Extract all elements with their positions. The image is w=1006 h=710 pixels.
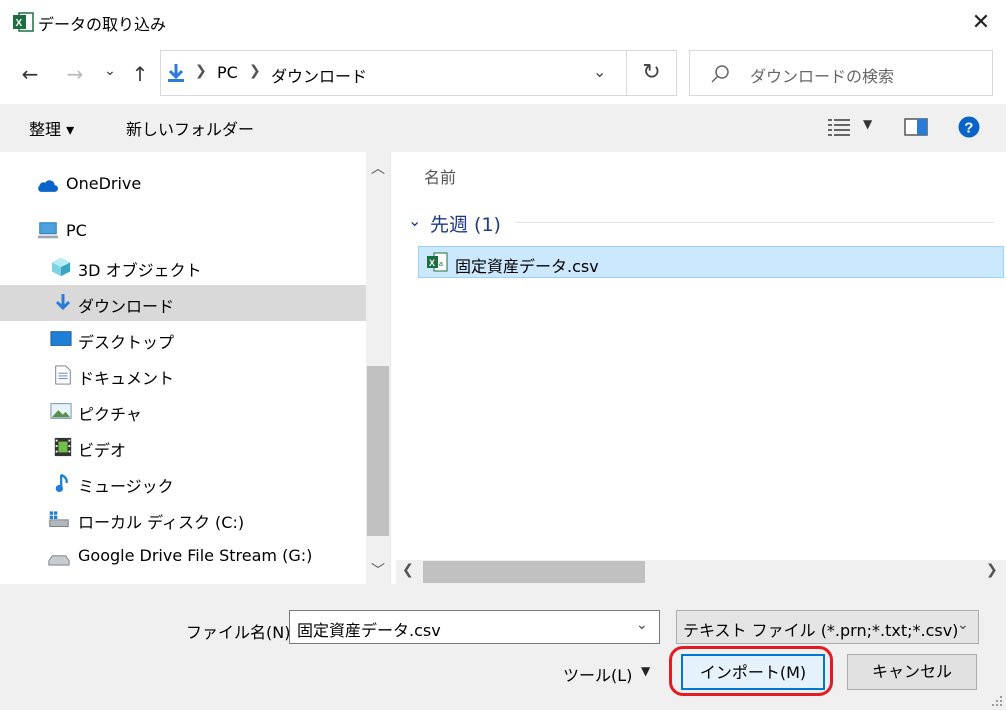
document-icon	[55, 365, 71, 385]
file-type-dropdown-chevron-icon[interactable]: ⌄	[957, 617, 969, 633]
cancel-button[interactable]: キャンセル	[847, 654, 977, 690]
breadcrumb-separator-icon: ❯	[249, 63, 261, 79]
refresh-icon[interactable]: ↻	[627, 50, 677, 96]
file-item[interactable]: X a 固定資産データ.csv	[418, 246, 1004, 278]
filename-label: ファイル名(N):	[186, 623, 296, 642]
recent-locations-chevron-icon[interactable]: ⌄	[95, 56, 125, 86]
help-glyph: ?	[964, 120, 973, 137]
sidebar-item-label: デスクトップ	[78, 333, 175, 352]
resize-grip-icon[interactable]	[990, 694, 1004, 708]
filename-input[interactable]: 固定資産データ.csv ⌄	[289, 610, 660, 644]
sidebar-item-local-disk[interactable]: ローカル ディスク (C:)	[0, 501, 366, 537]
pane-divider[interactable]	[390, 152, 397, 584]
up-arrow-icon[interactable]: ↑	[125, 59, 155, 89]
sidebar-item-documents[interactable]: ドキュメント	[0, 357, 366, 393]
tools-menu-button[interactable]: ツール(L)	[563, 662, 632, 686]
view-details-icon[interactable]	[828, 117, 852, 137]
download-icon	[55, 294, 71, 311]
sidebar-item-google-drive[interactable]: Google Drive File Stream (G:)	[0, 538, 366, 574]
excel-csv-icon: X a	[427, 252, 448, 272]
sidebar-item-onedrive[interactable]: OneDrive	[0, 166, 366, 202]
file-type-select[interactable]: テキスト ファイル (*.prn;*.txt;*.csv) ⌄	[676, 610, 979, 644]
disk-icon	[49, 511, 69, 528]
import-button[interactable]: インポート(M)	[681, 654, 825, 690]
preview-pane-icon[interactable]	[904, 118, 928, 136]
sidebar-item-videos[interactable]: ビデオ	[0, 429, 366, 465]
breadcrumb-separator-icon: ❯	[195, 63, 207, 79]
cube-icon	[51, 257, 71, 277]
sidebar-item-label: OneDrive	[66, 174, 142, 193]
group-divider	[516, 222, 994, 223]
tools-dropdown-arrow-icon[interactable]: ▼	[641, 664, 650, 678]
group-collapse-chevron-icon[interactable]: ⌄	[408, 211, 421, 230]
sidebar-item-label: ミュージック	[78, 477, 174, 496]
close-icon[interactable]: ✕	[966, 8, 996, 38]
drive-icon	[48, 555, 70, 566]
scroll-down-chevron-icon[interactable]: ﹀	[371, 560, 385, 580]
back-arrow-icon[interactable]: ←	[15, 59, 45, 89]
sidebar-item-label: PC	[66, 221, 87, 240]
search-box[interactable]: ダウンロードの検索	[689, 50, 993, 96]
organize-button[interactable]: 整理 ▾	[29, 116, 74, 140]
breadcrumb-pc[interactable]: PC	[217, 63, 238, 82]
sidebar-item-label: Google Drive File Stream (G:)	[78, 546, 313, 565]
excel-app-icon: X	[13, 12, 34, 32]
svg-text:a: a	[439, 261, 443, 268]
computer-icon	[37, 222, 59, 239]
search-icon	[711, 65, 729, 83]
sidebar-scrollbar-thumb[interactable]	[367, 366, 389, 536]
cloud-icon	[38, 180, 58, 192]
filename-dropdown-chevron-icon[interactable]: ⌄	[636, 617, 648, 633]
address-dropdown-chevron-icon[interactable]: ⌄	[593, 62, 606, 81]
sidebar-item-3d-objects[interactable]: 3D オブジェクト	[0, 249, 366, 285]
dialog-footer	[0, 584, 1006, 710]
address-bar[interactable]: ❯ PC ❯ ダウンロード ⌄	[160, 50, 627, 96]
view-options-chevron-icon[interactable]: ▼	[863, 117, 872, 131]
sidebar-item-pc[interactable]: PC	[0, 213, 366, 249]
sidebar-item-label: ローカル ディスク (C:)	[78, 513, 245, 532]
sidebar-item-label: ビデオ	[78, 441, 127, 460]
scroll-left-chevron-icon[interactable]: ❮	[402, 562, 414, 578]
file-name: 固定資産データ.csv	[455, 257, 599, 276]
filename-value: 固定資産データ.csv	[297, 621, 441, 640]
download-folder-icon	[168, 64, 184, 82]
picture-icon	[50, 403, 72, 419]
search-placeholder: ダウンロードの検索	[750, 67, 895, 86]
new-folder-button[interactable]: 新しいフォルダー	[126, 116, 254, 140]
sidebar-item-label: 3D オブジェクト	[78, 261, 202, 280]
scroll-up-chevron-icon[interactable]: ︿	[371, 158, 385, 178]
sidebar-item-label: ドキュメント	[78, 369, 175, 388]
desktop-icon	[50, 331, 72, 346]
svg-text:X: X	[429, 258, 435, 268]
forward-arrow-icon[interactable]: →	[60, 59, 90, 89]
sidebar-item-label: ダウンロード	[78, 297, 175, 316]
sidebar-item-music[interactable]: ミュージック	[0, 465, 366, 501]
video-icon	[54, 437, 72, 457]
help-icon[interactable]: ?	[958, 116, 980, 138]
breadcrumb-downloads[interactable]: ダウンロード	[271, 63, 367, 87]
scroll-right-chevron-icon[interactable]: ❯	[986, 562, 998, 578]
svg-text:X: X	[16, 18, 23, 29]
sidebar-item-desktop[interactable]: デスクトップ	[0, 321, 366, 357]
window-title: データの取り込み	[38, 15, 167, 34]
sidebar-item-downloads[interactable]: ダウンロード	[0, 285, 366, 321]
sidebar-item-label: ピクチャ	[78, 405, 142, 424]
group-header-last-week[interactable]: 先週 (1)	[430, 210, 501, 237]
content-scrollbar-thumb[interactable]	[423, 561, 645, 583]
file-type-value: テキスト ファイル (*.prn;*.txt;*.csv)	[683, 621, 959, 640]
column-header-name[interactable]: 名前	[424, 164, 456, 188]
music-icon	[55, 473, 68, 493]
sidebar-item-pictures[interactable]: ピクチャ	[0, 393, 366, 429]
